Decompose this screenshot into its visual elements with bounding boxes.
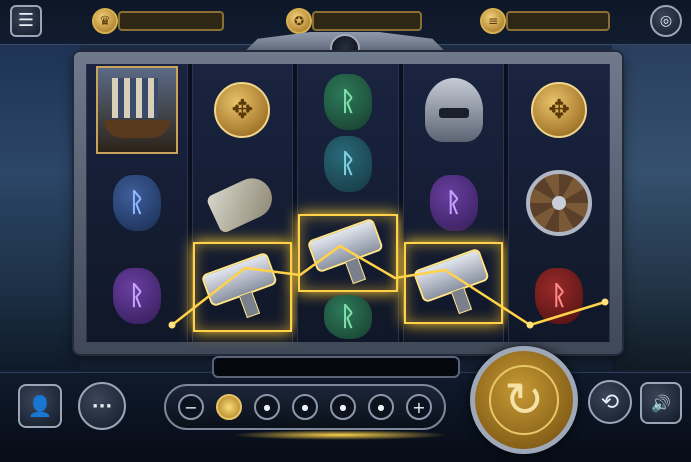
teal-rune-icon: ᚱ bbox=[323, 136, 372, 193]
reel-4: ᚱ bbox=[402, 64, 505, 342]
reel-cell bbox=[404, 64, 504, 157]
coin-crest-icon: ✪ bbox=[286, 8, 312, 34]
speaker-icon: 🔊 bbox=[651, 393, 671, 413]
bet-level-1[interactable] bbox=[216, 394, 242, 420]
viking-helmet-icon bbox=[424, 78, 483, 143]
green-rune-icon: ᚱ bbox=[323, 294, 372, 339]
coins-icon: ◎ bbox=[659, 13, 673, 29]
plus-icon: + bbox=[412, 397, 426, 417]
win-display bbox=[212, 356, 460, 378]
reel-cell: ᚱ bbox=[298, 64, 398, 139]
celtic-knot-coin-icon: ✥ bbox=[531, 82, 588, 139]
bet-panel: − ● ● ● ● + bbox=[164, 384, 446, 430]
viking-ship-icon bbox=[95, 66, 178, 155]
spin-button[interactable]: ↻ bbox=[470, 346, 578, 454]
reel-cell: ᚱ bbox=[404, 157, 504, 250]
reel-cell: ᚱ bbox=[87, 249, 187, 342]
sound-button[interactable]: 🔊 bbox=[640, 382, 682, 424]
minus-icon: − bbox=[184, 397, 198, 417]
purple-rune-icon: ᚱ bbox=[429, 174, 478, 231]
reel-cell: ᚱ bbox=[298, 292, 398, 342]
winning-reel-cell bbox=[403, 241, 504, 324]
spin-arrow-icon: ↻ bbox=[489, 365, 559, 435]
bet-decrease-button[interactable]: − bbox=[178, 394, 204, 420]
reel-cell: ✥ bbox=[509, 64, 609, 157]
level-field bbox=[118, 11, 224, 31]
reel-cell: ᚱ bbox=[87, 157, 187, 250]
bet-level-3[interactable]: ● bbox=[292, 394, 318, 420]
thor-hammer-icon bbox=[411, 244, 497, 322]
reel-3: ᚱ ᚱ ᚱ bbox=[297, 64, 399, 342]
reel-cell bbox=[509, 157, 609, 250]
bet-increase-button[interactable]: + bbox=[406, 394, 432, 420]
blue-rune-icon: ᚱ bbox=[112, 174, 161, 231]
purple-rune-icon: ᚱ bbox=[112, 267, 161, 324]
reel-cell: ᚱ bbox=[298, 131, 398, 198]
more-dots-label: ··· bbox=[91, 395, 113, 417]
bet-panel-glow bbox=[230, 430, 450, 440]
wallet-button[interactable]: ◎ bbox=[650, 5, 682, 37]
coin-stack-icon: ≡ bbox=[480, 8, 506, 34]
crown-icon: ♛ bbox=[92, 8, 118, 34]
thor-hammer-icon bbox=[305, 214, 391, 292]
profile-button[interactable]: 👤 bbox=[18, 384, 62, 428]
reel-5: ✥ ᚱ bbox=[508, 64, 610, 342]
reel-cell: ✥ bbox=[193, 64, 293, 157]
autoplay-arrows-icon: ⟲ bbox=[600, 389, 620, 415]
hamburger-menu-icon: ☰ bbox=[17, 10, 35, 31]
user-icon: 👤 bbox=[27, 394, 53, 418]
bonus-field bbox=[312, 11, 422, 31]
reel-cell bbox=[87, 64, 187, 157]
viking-shield-icon bbox=[526, 169, 593, 236]
bet-level-5[interactable]: ● bbox=[368, 394, 394, 420]
red-rune-icon: ᚱ bbox=[535, 267, 584, 324]
coins-field bbox=[506, 11, 610, 31]
bet-level-4[interactable]: ● bbox=[330, 394, 356, 420]
castle-cliff-scene bbox=[612, 40, 691, 370]
reel-1: ᚱ ᚱ bbox=[86, 64, 188, 342]
winning-reel-cell bbox=[298, 214, 398, 293]
menu-button[interactable]: ☰ bbox=[10, 5, 42, 37]
celtic-knot-coin-icon: ✥ bbox=[214, 82, 271, 139]
reels-grid: ᚱ ᚱ ✥ ᚱ ᚱ ᚱ ᚱ ✥ ᚱ bbox=[86, 64, 610, 342]
bet-level-2[interactable]: ● bbox=[254, 394, 280, 420]
reel-cell: ᚱ bbox=[509, 249, 609, 342]
more-options-button[interactable]: ··· bbox=[78, 382, 126, 430]
reel-cell bbox=[193, 157, 293, 250]
autoplay-button[interactable]: ⟲ bbox=[588, 380, 632, 424]
thor-hammer-icon bbox=[200, 248, 286, 326]
viking-longship-scene bbox=[0, 40, 80, 370]
reel-2: ✥ bbox=[191, 64, 294, 342]
winning-reel-cell bbox=[192, 241, 293, 332]
drinking-horn-icon bbox=[205, 171, 279, 235]
green-rune-icon: ᚱ bbox=[323, 73, 372, 130]
